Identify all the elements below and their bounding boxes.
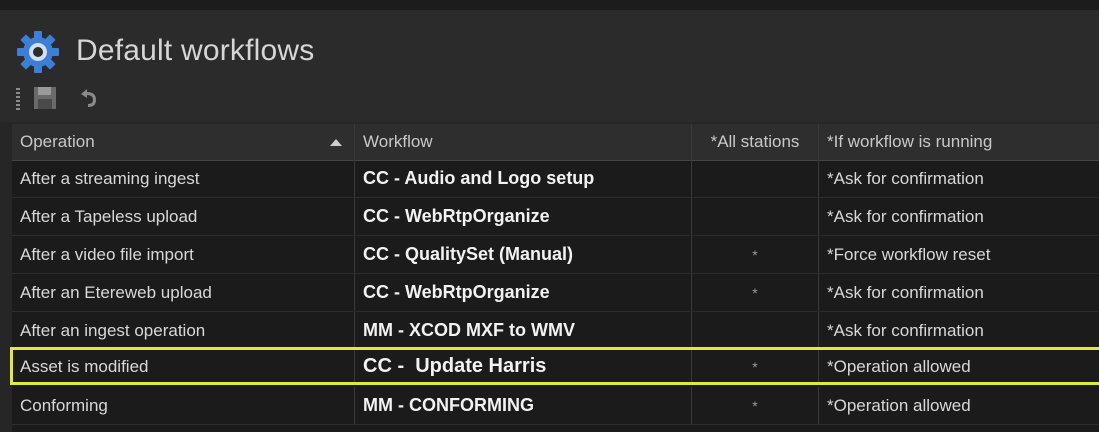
workflow-cell[interactable]: CC - WebRtpOrganize bbox=[355, 274, 692, 311]
toolbar bbox=[0, 78, 1099, 122]
all-stations-cell[interactable]: * bbox=[692, 387, 819, 424]
operation-cell[interactable]: Conforming bbox=[12, 387, 355, 424]
workflow-cell[interactable]: CC - WebRtpOrganize bbox=[355, 198, 692, 235]
page-title: Default workflows bbox=[76, 34, 315, 67]
table-row[interactable]: After an ingest operation MM - XCOD MXF … bbox=[12, 312, 1099, 350]
table-header: Operation Workflow *All stations *If wor… bbox=[12, 124, 1099, 161]
table-row[interactable]: After an Etereweb upload CC - WebRtpOrga… bbox=[12, 274, 1099, 312]
if-running-cell[interactable]: *Ask for confirmation bbox=[819, 160, 1099, 197]
workflow-cell[interactable]: CC - QualitySet (Manual) bbox=[355, 236, 692, 273]
if-running-cell[interactable]: *Force workflow reset bbox=[819, 236, 1099, 273]
table-row-partial bbox=[12, 425, 1099, 432]
column-header-workflow[interactable]: Workflow bbox=[355, 124, 692, 160]
operation-cell[interactable]: After an Etereweb upload bbox=[12, 274, 355, 311]
table-row[interactable]: After a streaming ingest CC - Audio and … bbox=[12, 160, 1099, 198]
top-strip bbox=[0, 0, 1099, 10]
if-running-cell[interactable]: *Ask for confirmation bbox=[819, 274, 1099, 311]
workflow-cell[interactable]: MM - XCOD MXF to WMV bbox=[355, 312, 692, 349]
if-running-cell[interactable]: *Operation allowed bbox=[819, 387, 1099, 424]
table-row[interactable]: Conforming MM - CONFORMING * *Operation … bbox=[12, 387, 1099, 425]
sort-ascending-icon bbox=[330, 138, 342, 146]
gear-icon bbox=[17, 31, 59, 73]
if-running-cell[interactable]: *Operation allowed bbox=[819, 350, 1099, 383]
operation-cell[interactable]: Asset is modified bbox=[12, 350, 355, 383]
operation-cell[interactable]: After a Tapeless upload bbox=[12, 198, 355, 235]
all-stations-cell[interactable]: * bbox=[692, 274, 819, 311]
save-icon[interactable] bbox=[32, 85, 58, 111]
undo-icon[interactable] bbox=[74, 85, 100, 111]
all-stations-cell[interactable]: * bbox=[692, 236, 819, 273]
all-stations-cell[interactable]: * bbox=[692, 350, 819, 383]
if-running-cell[interactable]: *Ask for confirmation bbox=[819, 198, 1099, 235]
if-running-cell[interactable]: *Ask for confirmation bbox=[819, 312, 1099, 349]
column-header-if-workflow-running[interactable]: *If workflow is running bbox=[819, 124, 1099, 160]
column-header-all-stations[interactable]: *All stations bbox=[692, 124, 819, 160]
operation-cell[interactable]: After an ingest operation bbox=[12, 312, 355, 349]
workflow-cell[interactable]: MM - CONFORMING bbox=[355, 387, 692, 424]
table-row[interactable]: After a Tapeless upload CC - WebRtpOrgan… bbox=[12, 198, 1099, 236]
operation-cell[interactable]: After a streaming ingest bbox=[12, 160, 355, 197]
column-header-operation[interactable]: Operation bbox=[12, 124, 355, 160]
all-stations-cell[interactable] bbox=[692, 312, 819, 349]
all-stations-cell[interactable] bbox=[692, 160, 819, 197]
table-row[interactable]: After a video file import CC - QualitySe… bbox=[12, 236, 1099, 274]
workflows-table: Operation Workflow *All stations *If wor… bbox=[10, 124, 1099, 432]
toolbar-grip[interactable] bbox=[16, 88, 20, 110]
operation-cell[interactable]: After a video file import bbox=[12, 236, 355, 273]
workflow-cell[interactable]: CC - Audio and Logo setup bbox=[355, 160, 692, 197]
all-stations-cell[interactable] bbox=[692, 198, 819, 235]
panel-header: Default workflows bbox=[0, 10, 1099, 78]
table-row-highlighted[interactable]: Asset is modified CC - Update Harris * *… bbox=[12, 350, 1099, 384]
workflow-cell[interactable]: CC - Update Harris bbox=[355, 350, 692, 383]
